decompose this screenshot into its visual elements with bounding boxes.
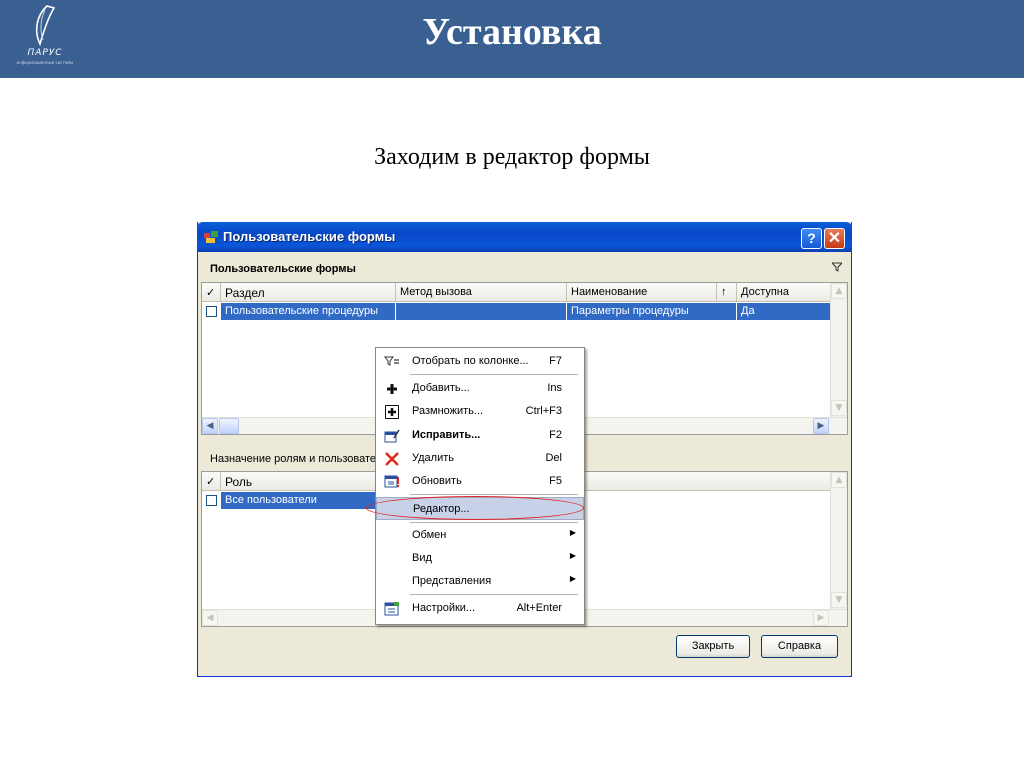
slide-header: ПАРУС информационные системы Установка bbox=[0, 0, 1024, 78]
upper-panel-title: Пользовательские формы bbox=[210, 263, 356, 275]
menu-item-label: Вид bbox=[412, 552, 432, 564]
menu-item-add[interactable]: Добавить... Ins bbox=[376, 377, 584, 400]
check-column-header[interactable]: ✓ bbox=[202, 283, 221, 302]
filter-icon bbox=[384, 354, 400, 370]
scroll-left-icon[interactable]: ◀ bbox=[202, 610, 218, 626]
logo-subtitle: информационные системы bbox=[16, 60, 74, 65]
slide-subtitle: Заходим в редактор формы bbox=[374, 144, 650, 170]
scroll-right-icon[interactable]: ▶ bbox=[813, 418, 829, 434]
submenu-arrow-icon: ▶ bbox=[569, 551, 576, 560]
menu-item-view[interactable]: Вид ▶ bbox=[376, 547, 584, 570]
lower-panel-title: Назначение ролям и пользователям bbox=[210, 453, 396, 465]
menu-item-label: Отобрать по колонке... bbox=[412, 355, 529, 367]
menu-item-delete[interactable]: Удалить Del bbox=[376, 447, 584, 470]
menu-item-shortcut: Ins bbox=[547, 382, 562, 394]
slide-title: Установка bbox=[422, 11, 602, 53]
vertical-scrollbar[interactable]: ▲ ▼ bbox=[830, 472, 847, 609]
column-section[interactable]: Раздел bbox=[221, 283, 396, 302]
settings-icon bbox=[384, 601, 400, 617]
submenu-arrow-icon: ▶ bbox=[569, 574, 576, 583]
menu-item-shortcut: Alt+Enter bbox=[516, 602, 562, 614]
column-name[interactable]: Наименование bbox=[567, 283, 717, 302]
menu-item-settings[interactable]: Настройки... Alt+Enter bbox=[376, 597, 584, 620]
highlight-ellipse bbox=[366, 496, 584, 520]
plus-icon bbox=[384, 381, 400, 397]
row-checkbox[interactable] bbox=[206, 495, 217, 506]
app-icon bbox=[204, 231, 218, 243]
scroll-right-icon[interactable]: ▶ bbox=[813, 610, 829, 626]
check-column-header[interactable]: ✓ bbox=[202, 472, 221, 491]
close-button[interactable]: Закрыть bbox=[676, 635, 750, 658]
scroll-up-icon[interactable]: ▲ bbox=[831, 283, 847, 299]
menu-separator bbox=[410, 374, 578, 375]
edit-icon bbox=[384, 428, 400, 444]
menu-item-shortcut: Ctrl+F3 bbox=[525, 405, 562, 417]
menu-item-label: Удалить bbox=[412, 452, 454, 464]
menu-item-shortcut: Del bbox=[545, 452, 562, 464]
delete-icon bbox=[384, 451, 400, 467]
cell-section: Пользовательские процедуры bbox=[221, 303, 396, 320]
menu-item-filter-by-column[interactable]: Отобрать по колонке... F7 bbox=[376, 350, 584, 373]
menu-item-edit[interactable]: Исправить... F2 bbox=[376, 424, 584, 447]
cell-method bbox=[396, 303, 567, 320]
menu-item-label: Представления bbox=[412, 575, 492, 587]
cell-name: Параметры процедуры bbox=[567, 303, 737, 320]
menu-item-label: Обмен bbox=[412, 529, 447, 541]
scroll-down-icon[interactable]: ▼ bbox=[831, 592, 847, 608]
refresh-icon bbox=[384, 474, 400, 490]
table-row[interactable]: Пользовательские процедуры Параметры про… bbox=[202, 303, 847, 320]
scroll-thumb[interactable] bbox=[219, 418, 239, 434]
menu-item-label: Обновить bbox=[412, 475, 462, 487]
menu-separator bbox=[410, 494, 578, 495]
menu-item-label: Размножить... bbox=[412, 405, 484, 417]
window-title: Пользовательские формы bbox=[223, 229, 396, 244]
duplicate-icon bbox=[384, 404, 400, 420]
menu-item-presentations[interactable]: Представления ▶ bbox=[376, 570, 584, 593]
menu-separator bbox=[410, 594, 578, 595]
menu-item-shortcut: F7 bbox=[549, 355, 562, 367]
close-title-button[interactable]: ✕ bbox=[824, 228, 845, 249]
menu-item-refresh[interactable]: Обновить F5 bbox=[376, 470, 584, 493]
vertical-scrollbar[interactable]: ▲ ▼ bbox=[830, 283, 847, 417]
column-available[interactable]: Доступна bbox=[737, 283, 831, 302]
menu-item-label: Исправить... bbox=[412, 429, 481, 441]
context-menu: Отобрать по колонке... F7 Добавить... In… bbox=[375, 347, 585, 625]
sort-arrow-icon[interactable]: ↑ bbox=[717, 283, 737, 302]
scroll-left-icon[interactable]: ◀ bbox=[202, 418, 218, 434]
scroll-up-icon[interactable]: ▲ bbox=[831, 472, 847, 488]
window-titlebar[interactable]: Пользовательские формы ? ✕ bbox=[197, 222, 852, 252]
menu-item-shortcut: F2 bbox=[549, 429, 562, 441]
upper-panel-caption: Пользовательские формы bbox=[201, 258, 848, 280]
filter-icon[interactable] bbox=[830, 262, 844, 275]
menu-item-exchange[interactable]: Обмен ▶ bbox=[376, 524, 584, 547]
row-checkbox[interactable] bbox=[206, 306, 217, 317]
menu-item-shortcut: F5 bbox=[549, 475, 562, 487]
column-method[interactable]: Метод вызова bbox=[396, 283, 567, 302]
menu-separator bbox=[410, 522, 578, 523]
scroll-down-icon[interactable]: ▼ bbox=[831, 400, 847, 416]
menu-item-label: Настройки... bbox=[412, 602, 476, 614]
forms-grid-header: ✓ Раздел Метод вызова Наименование ↑ Дос… bbox=[202, 283, 847, 302]
menu-item-label: Добавить... bbox=[412, 382, 470, 394]
submenu-arrow-icon: ▶ bbox=[569, 528, 576, 537]
help-title-button[interactable]: ? bbox=[801, 228, 822, 249]
help-button[interactable]: Справка bbox=[761, 635, 838, 658]
menu-item-duplicate[interactable]: Размножить... Ctrl+F3 bbox=[376, 400, 584, 423]
cell-available: Да bbox=[737, 303, 831, 320]
